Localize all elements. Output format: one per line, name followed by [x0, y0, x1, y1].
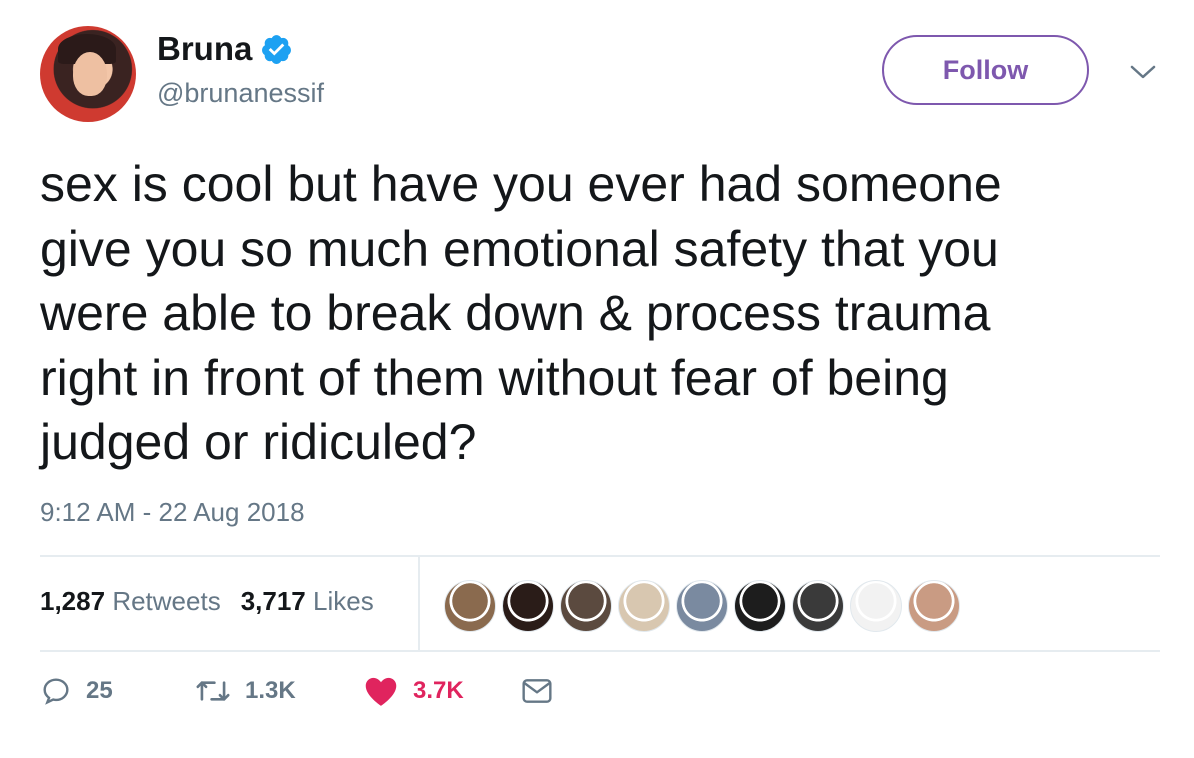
- envelope-icon: [522, 679, 552, 703]
- tweet-text: sex is cool but have you ever had someon…: [40, 156, 1002, 470]
- direct-message-action[interactable]: [521, 677, 553, 705]
- likes-label: Likes: [313, 586, 374, 616]
- stats-separator: [418, 556, 420, 650]
- reply-icon: [43, 678, 69, 705]
- liker-avatar[interactable]: [676, 580, 728, 632]
- engagement-stats: 1,287 Retweets 3,717 Likes: [40, 586, 374, 617]
- divider: [40, 555, 1160, 557]
- avatar-face: [73, 52, 107, 96]
- liker-avatar[interactable]: [908, 580, 960, 632]
- verified-badge-icon: [262, 34, 292, 64]
- liker-avatar[interactable]: [792, 580, 844, 632]
- reply-action[interactable]: 25: [40, 675, 195, 707]
- like-action[interactable]: 3.7K: [363, 675, 521, 707]
- retweet-icon: [196, 681, 230, 701]
- liker-avatars: [444, 580, 960, 632]
- tweet-timestamp[interactable]: 9:12 AM - 22 Aug 2018: [40, 497, 305, 528]
- user-handle[interactable]: @brunanessif: [157, 78, 324, 109]
- likes-stat[interactable]: 3,717 Likes: [241, 586, 374, 617]
- avatar[interactable]: [40, 26, 136, 122]
- retweets-count: 1,287: [40, 586, 106, 616]
- liker-avatar[interactable]: [560, 580, 612, 632]
- liker-avatar[interactable]: [618, 580, 670, 632]
- author-name-row: Bruna: [157, 30, 293, 68]
- retweets-label: Retweets: [112, 586, 221, 616]
- liker-avatar[interactable]: [502, 580, 554, 632]
- reply-count: 25: [86, 677, 113, 704]
- divider: [40, 650, 1160, 652]
- like-count: 3.7K: [413, 677, 464, 704]
- liker-avatar[interactable]: [444, 580, 496, 632]
- display-name[interactable]: Bruna: [157, 30, 252, 68]
- likes-count: 3,717: [240, 586, 306, 616]
- retweet-action[interactable]: 1.3K: [195, 675, 363, 707]
- chevron-down-icon[interactable]: [1129, 62, 1157, 82]
- action-bar: 25 1.3K 3.7K: [40, 675, 553, 707]
- liker-avatar[interactable]: [734, 580, 786, 632]
- heart-icon: [365, 677, 397, 706]
- follow-button[interactable]: Follow: [882, 35, 1089, 105]
- retweet-count: 1.3K: [245, 677, 296, 704]
- retweets-stat[interactable]: 1,287 Retweets: [40, 586, 221, 617]
- liker-avatar[interactable]: [850, 580, 902, 632]
